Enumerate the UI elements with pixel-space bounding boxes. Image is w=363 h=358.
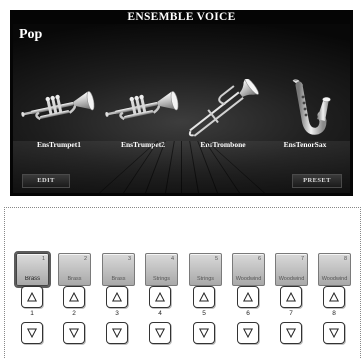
part-down-button-2[interactable]	[63, 322, 85, 344]
part-down-button-8[interactable]	[323, 322, 345, 344]
part-up-button-4[interactable]	[149, 286, 171, 308]
triangle-down-icon	[112, 328, 122, 338]
part-pad-3[interactable]: 3 Brass	[102, 253, 135, 286]
triangle-down-icon	[243, 328, 253, 338]
part-pad-label: Woodwind	[278, 276, 305, 282]
genre-title: Pop	[19, 27, 43, 42]
triangle-up-icon	[286, 292, 296, 302]
part-column-number: 7	[289, 310, 293, 317]
triangle-up-icon	[329, 292, 339, 302]
part-pad-number: 7	[300, 256, 304, 262]
part-down-button-4[interactable]	[149, 322, 171, 344]
instrument-name: EnsTenorSax	[283, 140, 327, 149]
triangle-up-icon	[69, 292, 79, 302]
trombone-icon	[188, 79, 259, 137]
part-pad-number: 3	[127, 256, 131, 262]
triangle-up-icon	[155, 292, 165, 302]
triangle-down-icon	[69, 328, 79, 338]
instrument-part-2[interactable]: EnsTrumpet2	[101, 79, 185, 149]
part-column-number: 8	[332, 310, 336, 317]
part-pad-number: 8	[343, 256, 347, 262]
triangle-down-icon	[199, 328, 209, 338]
part-pad-2[interactable]: 2 Brass	[58, 253, 91, 286]
part-column-number: 2	[72, 310, 76, 317]
triangle-up-icon	[112, 292, 122, 302]
part-up-button-5[interactable]	[193, 286, 215, 308]
preset-button[interactable]: PRESET	[292, 174, 342, 188]
trumpet-icon	[105, 91, 179, 121]
part-up-button-2[interactable]	[63, 286, 85, 308]
part-down-button-7[interactable]	[280, 322, 302, 344]
triangle-down-icon	[155, 328, 165, 338]
part-pad-label: Brass	[24, 276, 41, 282]
part-pad-number: 6	[257, 256, 261, 262]
part-pad-number: 2	[83, 256, 87, 262]
stage-floor-line	[181, 141, 182, 193]
part-pad-6[interactable]: 6 Woodwind	[232, 253, 265, 286]
instrument-part-4[interactable]: EnsTenorSax	[263, 79, 347, 149]
part-pad-1[interactable]: 1 Brass	[14, 251, 51, 288]
part-down-button-1[interactable]	[21, 322, 43, 344]
part-up-button-3[interactable]	[106, 286, 128, 308]
part-pad-label: Woodwind	[235, 276, 262, 282]
screen-title: ENSEMBLE VOICE	[127, 11, 236, 23]
part-pad-8[interactable]: 8 Woodwind	[318, 253, 351, 286]
triangle-down-icon	[27, 328, 37, 338]
part-pad-4[interactable]: 4 Strings	[145, 253, 178, 286]
ensemble-voice-screen: ENSEMBLE VOICE Pop EnsTrumpet1 EnsTrumpe…	[10, 10, 353, 196]
part-up-button-7[interactable]	[280, 286, 302, 308]
part-pad-label: Strings	[152, 276, 171, 282]
part-pad-7[interactable]: 7 Woodwind	[275, 253, 308, 286]
triangle-down-icon	[286, 328, 296, 338]
instrument-name: EnsTrumpet1	[36, 140, 82, 149]
part-down-button-3[interactable]	[106, 322, 128, 344]
part-pad-label: Woodwind	[321, 276, 348, 282]
part-column-number: 3	[115, 310, 119, 317]
saxophone-icon	[292, 79, 331, 135]
triangle-up-icon	[199, 292, 209, 302]
part-pad-label: Brass	[67, 276, 82, 282]
part-up-button-8[interactable]	[323, 286, 345, 308]
part-pad-number: 4	[170, 256, 174, 262]
part-pad-label: Strings	[196, 276, 215, 282]
part-pad-label: Brass	[111, 276, 126, 282]
instrument-name: EnsTrombone	[200, 140, 246, 149]
part-column-number: 4	[158, 310, 162, 317]
instrument-part-3[interactable]: EnsTrombone	[181, 79, 265, 149]
trumpet-icon	[21, 91, 95, 121]
part-up-button-6[interactable]	[237, 286, 259, 308]
part-column-number: 6	[246, 310, 250, 317]
triangle-up-icon	[243, 292, 253, 302]
triangle-down-icon	[329, 328, 339, 338]
instrument-part-1[interactable]: EnsTrumpet1	[17, 79, 101, 149]
part-down-button-6[interactable]	[237, 322, 259, 344]
part-down-button-5[interactable]	[193, 322, 215, 344]
part-pad-5[interactable]: 5 Strings	[189, 253, 222, 286]
part-pad-number: 5	[214, 256, 218, 262]
part-pad-number: 1	[41, 256, 45, 262]
triangle-up-icon	[27, 292, 37, 302]
screen-content: Pop EnsTrumpet1 EnsTrumpet2 EnsTrombone …	[13, 24, 350, 193]
edit-button[interactable]: EDIT	[22, 174, 70, 188]
part-up-button-1[interactable]	[21, 286, 43, 308]
part-column-number: 1	[30, 310, 34, 317]
part-column-number: 5	[202, 310, 206, 317]
